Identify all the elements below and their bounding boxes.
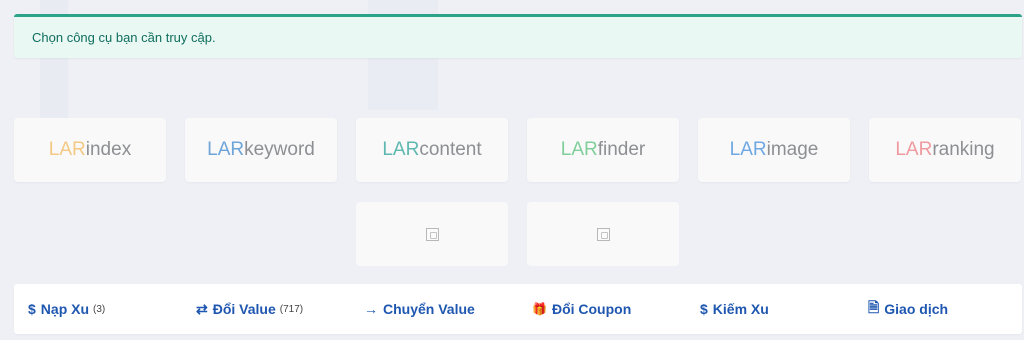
exchange-value-link[interactable]: ⇄ Đổi Value (717) bbox=[196, 284, 303, 334]
link-label: Giao dịch bbox=[884, 301, 949, 317]
transfer-value-link[interactable]: → Chuyển Value bbox=[364, 284, 475, 334]
tool-card-larfinder[interactable]: LAR finder bbox=[527, 118, 679, 182]
tool-name: ranking bbox=[932, 139, 995, 160]
link-label: Đổi Coupon bbox=[551, 301, 632, 317]
top-up-xu-link[interactable]: $ Nạp Xu (3) bbox=[28, 284, 105, 334]
tool-name: image bbox=[766, 139, 819, 160]
tool-card-placeholder[interactable] bbox=[527, 202, 679, 266]
broken-image-icon bbox=[596, 227, 610, 241]
link-count: (717) bbox=[279, 303, 304, 315]
link-count: (3) bbox=[93, 303, 106, 315]
exchange-icon: ⇄ bbox=[196, 300, 208, 317]
notice-text: Chọn công cụ bạn cần truy cập. bbox=[32, 30, 216, 45]
tool-card-larkeyword[interactable]: LAR keyword bbox=[185, 118, 337, 182]
gift-icon: 🎁 bbox=[532, 302, 547, 316]
earn-xu-link[interactable]: $ Kiếm Xu bbox=[700, 284, 769, 334]
tool-card-larcontent[interactable]: LAR content bbox=[356, 118, 508, 182]
tool-card-larimage[interactable]: LAR image bbox=[698, 118, 850, 182]
tool-brand: LAR bbox=[729, 139, 767, 160]
document-icon: 🗎 bbox=[868, 299, 880, 315]
tool-name: index bbox=[85, 139, 132, 160]
notice-banner: Chọn công cụ bạn cần truy cập. bbox=[14, 14, 1022, 58]
tool-card-placeholder[interactable] bbox=[356, 202, 508, 266]
dollar-icon: $ bbox=[700, 301, 708, 317]
tool-name: finder bbox=[597, 139, 646, 160]
tool-brand: LAR bbox=[895, 139, 933, 160]
arrow-right-icon: → bbox=[364, 301, 378, 317]
tool-brand: LAR bbox=[207, 139, 245, 160]
redeem-coupon-link[interactable]: 🎁 Đổi Coupon bbox=[532, 284, 631, 334]
link-label: Nạp Xu bbox=[40, 301, 90, 317]
dollar-icon: $ bbox=[28, 301, 36, 317]
tool-name: content bbox=[419, 139, 482, 160]
link-label: Đổi Value bbox=[212, 301, 276, 317]
broken-image-icon bbox=[425, 227, 439, 241]
tool-card-larranking[interactable]: LAR ranking bbox=[869, 118, 1021, 182]
account-links-bar: $ Nạp Xu (3) ⇄ Đổi Value (717) → Chuyển … bbox=[14, 284, 1022, 334]
link-label: Kiếm Xu bbox=[712, 301, 769, 317]
link-label: Chuyển Value bbox=[383, 301, 475, 317]
tool-brand: LAR bbox=[560, 139, 598, 160]
transactions-link[interactable]: 🗎 Giao dịch bbox=[868, 284, 948, 334]
tool-brand: LAR bbox=[382, 139, 420, 160]
tool-name: keyword bbox=[244, 139, 315, 160]
tool-brand: LAR bbox=[48, 139, 86, 160]
tool-card-larindex[interactable]: LAR index bbox=[14, 118, 166, 182]
